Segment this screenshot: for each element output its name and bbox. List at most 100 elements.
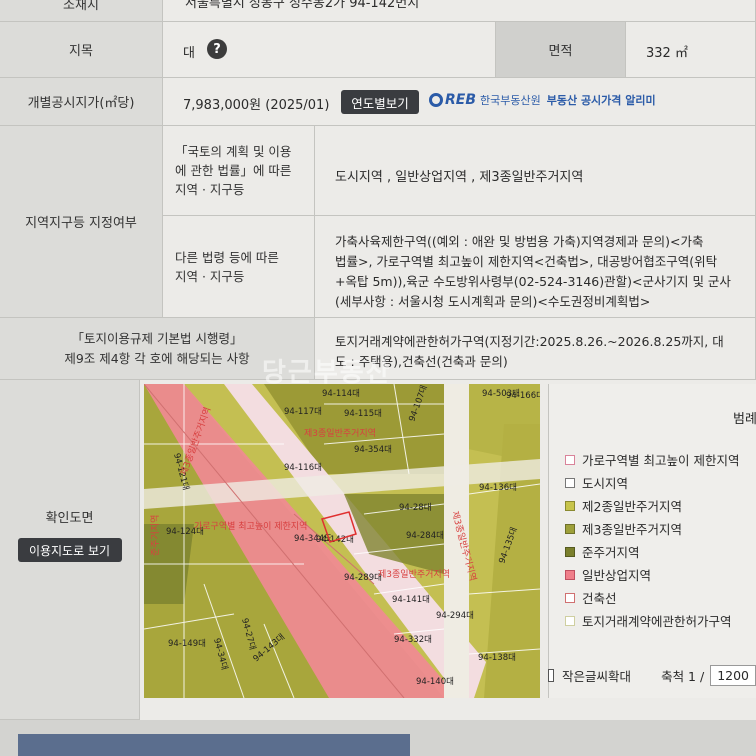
reb-link[interactable]: REB 한국부동산원 부동산 공시가격 알리미 [429, 92, 656, 108]
zone-label: 가로구역별 최고높이 제한지역 [194, 521, 307, 532]
legend-swatch [565, 569, 575, 580]
map-label: 확인도면 [45, 511, 94, 526]
reb-text: 한국부동산원 [480, 94, 541, 107]
watermark: 당근부동산 [262, 358, 392, 388]
enforcement-label-line: 제9조 제4항 각 호에 해당되는 사항 [64, 350, 250, 366]
zone-label: 제3종일반주거지역 [304, 428, 376, 439]
address-label: 소재지 [63, 0, 99, 13]
small-text-checkbox[interactable] [548, 668, 555, 682]
law1-label-line: 「국토의 계획 및 이용 [175, 144, 292, 159]
jimok-cell: 대 ? [163, 22, 496, 78]
legend-item: 준주거지역 [565, 540, 739, 563]
parcel-label: 94-28대 [399, 503, 432, 513]
enforcement-value-line: 토지거래계약에관한허가구역(지정기간:2025.8.26.~2026.8.25까… [335, 334, 724, 349]
legend-label: 제2종일반주거지역 [582, 499, 682, 514]
view-land-use-map-button[interactable]: 이용지도로 보기 [17, 538, 122, 562]
parcel-label: 94-294대 [436, 611, 474, 621]
legend-swatch [565, 523, 575, 534]
law2-value-line: 법률>, 가로구역별 최고높이 제한지역<건축법>, 대공방어협조구역(위탁 [335, 254, 718, 269]
reb-logo-icon [429, 93, 443, 107]
legend-item: 제2종일반주거지역 [565, 494, 739, 517]
address-header: 소재지 [0, 0, 163, 22]
legend-swatch [565, 592, 575, 603]
map-footer: 작은글씨확대 축척 1 / 1200 [548, 660, 756, 690]
parcel-label: 94-141대 [392, 595, 430, 605]
legend-label: 건축선 [582, 591, 617, 606]
legend-item: 제3종일반주거지역 [565, 517, 739, 540]
parcel-label: 94-354대 [354, 445, 392, 455]
parcel-label: 94-332대 [394, 635, 432, 645]
legend-item: 일반상업지역 [565, 563, 739, 586]
reb-service: 부동산 공시가격 알리미 [546, 94, 656, 107]
law2-value-line: +옥탑 5m)),육군 수도방위사령부(02-524-3146)관할)<군사기지… [335, 274, 731, 289]
legend-swatch [565, 477, 575, 488]
area-cell: 332 ㎡ [626, 22, 756, 78]
legend-swatch [565, 500, 575, 511]
map-header: 확인도면 이용지도로 보기 [0, 380, 140, 720]
area-value: 332 ㎡ [646, 46, 688, 61]
legend-item: 건축선 [565, 586, 739, 609]
parcel-label: 94-289대 [344, 573, 382, 583]
legend-label: 준주거지역 [582, 545, 640, 560]
area-header: 면적 [496, 22, 626, 78]
legend-swatch [565, 546, 575, 557]
law2-cell: 가축사육제한구역((예외 : 애완 및 방범용 가축)지역경제과 문의)<가축 … [315, 216, 756, 318]
zone-label: 제3종일반주거지역 [378, 569, 450, 580]
legend-title: 범례 [733, 412, 756, 427]
price-label: 개별공시지가(㎡당) [27, 96, 135, 111]
land-map[interactable]: 94-117대 94-115대 94-107대94-121대 94-116대94-35… [144, 384, 540, 698]
jimok-value: 대 [183, 46, 195, 61]
bottom-bar [18, 734, 410, 756]
area-label: 면적 [548, 44, 573, 59]
enforcement-value-line: 도 : 주택용),건축선(건축과 문의) [335, 354, 508, 369]
legend-list: 가로구역별 최고높이 제한지역도시지역제2종일반주거지역제3종일반주거지역준주거… [565, 448, 739, 632]
yearly-view-button[interactable]: 연도별보기 [341, 90, 419, 114]
zoning-label: 지역지구등 지정여부 [25, 216, 137, 231]
address-cell: 서울특별시 성동구 성수동2가 94-142번지 [163, 0, 756, 22]
jimok-header: 지목 [0, 22, 163, 78]
legend-label: 토지거래계약에관한허가구역 [582, 614, 732, 629]
small-text-label: 작은글씨확대 [562, 668, 632, 684]
legend-swatch [565, 454, 575, 465]
parcel-label: 94-166대 [506, 391, 540, 401]
law2-header: 다른 법령 등에 따른 지역 · 지구등 [163, 216, 315, 318]
legend-label: 도시지역 [582, 476, 629, 491]
scale-label: 축척 1 / [661, 668, 705, 684]
law1-value: 도시지역 , 일반상업지역 , 제3종일반주거지역 [335, 170, 584, 185]
price-value: 7,983,000원 (2025/01) [183, 98, 330, 113]
law1-header: 「국토의 계획 및 이용 에 관한 법률」에 따른 지역 · 지구등 [163, 126, 315, 216]
jimok-label: 지목 [69, 44, 93, 59]
legend-swatch [565, 615, 575, 626]
law2-label-line: 지역 · 지구등 [175, 269, 245, 284]
parcel-label: 94-136대 [479, 483, 517, 493]
legend-label: 가로구역별 최고높이 제한지역 [582, 453, 740, 468]
parcel-label: 94-138대 [478, 653, 516, 663]
reb-logo: REB [445, 92, 477, 108]
address-value: 서울특별시 성동구 성수동2가 94-142번지 [185, 0, 420, 11]
parcel-label: 94-114대 [322, 389, 360, 399]
enforcement-label-line: 「토지이용규제 기본법 시행령」 [71, 330, 243, 346]
legend-item: 가로구역별 최고높이 제한지역 [565, 448, 739, 471]
law1-label-line: 에 관한 법률」에 따른 [175, 163, 292, 178]
zone-label: 준주거지역 [150, 515, 161, 556]
law2-label-line: 다른 법령 등에 따른 [175, 250, 279, 265]
parcel-label: 94-116대 [284, 463, 322, 473]
parcel-label: 94-117대 [284, 407, 322, 417]
law2-value-line: 가축사육제한구역((예외 : 애완 및 방범용 가축)지역경제과 문의)<가축 [335, 234, 704, 249]
price-header: 개별공시지가(㎡당) [0, 78, 163, 126]
legend-item: 토지거래계약에관한허가구역 [565, 609, 739, 632]
law2-value-line: (세부사항 : 서울시청 도시계획과 문의)<수도권정비계획법> [335, 294, 651, 309]
legend-panel: 범례 가로구역별 최고높이 제한지역도시지역제2종일반주거지역제3종일반주거지역… [548, 384, 756, 698]
parcel-label: 94-149대 [168, 639, 206, 649]
parcel-label: 94-284대 [406, 531, 444, 541]
parcel-label: 94-115대 [344, 409, 382, 419]
question-circle-icon[interactable]: ? [207, 39, 227, 59]
legend-item: 도시지역 [565, 471, 739, 494]
law1-label-line: 지역 · 지구등 [175, 182, 245, 197]
law1-cell: 도시지역 , 일반상업지역 , 제3종일반주거지역 [315, 126, 756, 216]
scale-select[interactable]: 1200 [710, 664, 756, 686]
zoning-header: 지역지구등 지정여부 [0, 126, 163, 318]
legend-label: 일반상업지역 [582, 568, 652, 583]
parcel-label: 94-140대 [416, 677, 454, 687]
price-cell: 7,983,000원 (2025/01) 연도별보기 REB 한국부동산원 부동… [163, 78, 756, 126]
